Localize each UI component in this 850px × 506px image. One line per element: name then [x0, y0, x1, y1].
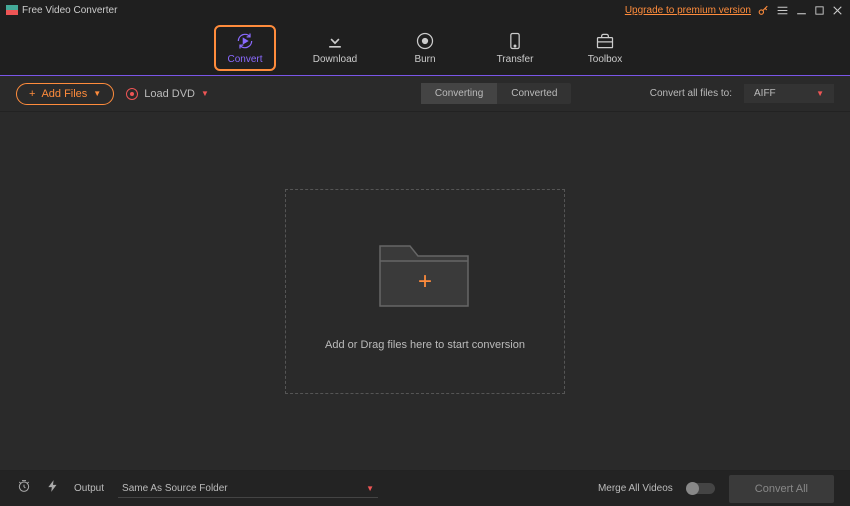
seg-converted[interactable]: Converted — [497, 83, 571, 104]
convert-icon — [235, 31, 255, 51]
chevron-down-icon: ▼ — [93, 89, 101, 98]
output-label: Output — [74, 483, 104, 494]
titlebar-right: Upgrade to premium version — [625, 4, 844, 17]
close-button[interactable] — [831, 4, 844, 17]
tab-transfer-label: Transfer — [497, 54, 534, 65]
minimize-button[interactable] — [795, 4, 808, 17]
merge-toggle[interactable] — [687, 483, 715, 494]
header-nav: Convert Download Burn Transfer Toolbox — [0, 20, 850, 75]
status-segmented: Converting Converted — [421, 83, 572, 104]
add-files-label: Add Files — [41, 88, 87, 100]
tab-download[interactable]: Download — [304, 25, 366, 71]
output-path-value: Same As Source Folder — [122, 483, 228, 494]
output-path-select[interactable]: Same As Source Folder ▼ — [118, 480, 378, 498]
maximize-button[interactable] — [814, 5, 825, 16]
format-select[interactable]: AIFF ▼ — [744, 84, 834, 103]
tab-download-label: Download — [313, 54, 357, 65]
tab-convert[interactable]: Convert — [214, 25, 276, 71]
app-title: Free Video Converter — [22, 5, 117, 16]
tab-toolbox-label: Toolbox — [588, 54, 622, 65]
svg-text:+: + — [418, 268, 432, 295]
burn-icon — [415, 31, 435, 51]
dropzone-hint: Add or Drag files here to start conversi… — [325, 339, 525, 351]
toolbar: + Add Files ▼ Load DVD ▼ Converting Conv… — [0, 76, 850, 112]
upgrade-premium-link[interactable]: Upgrade to premium version — [625, 5, 751, 16]
plus-icon: + — [29, 88, 35, 100]
convert-all-button[interactable]: Convert All — [729, 475, 834, 503]
load-dvd-label: Load DVD — [144, 88, 195, 100]
chevron-down-icon: ▼ — [816, 89, 824, 98]
app-logo-icon — [6, 5, 18, 15]
titlebar: Free Video Converter Upgrade to premium … — [0, 0, 850, 20]
menu-icon[interactable] — [776, 4, 789, 17]
titlebar-left: Free Video Converter — [6, 5, 117, 16]
dropzone[interactable]: + Add or Drag files here to start conver… — [285, 189, 565, 394]
tab-toolbox[interactable]: Toolbox — [574, 25, 636, 71]
tab-burn[interactable]: Burn — [394, 25, 456, 71]
footer: Output Same As Source Folder ▼ Merge All… — [0, 470, 850, 506]
key-icon[interactable] — [757, 4, 770, 17]
download-icon — [325, 31, 345, 51]
tab-burn-label: Burn — [414, 54, 435, 65]
load-dvd-button[interactable]: Load DVD ▼ — [126, 88, 209, 100]
format-value: AIFF — [754, 88, 776, 99]
seg-converting[interactable]: Converting — [421, 83, 497, 104]
add-files-button[interactable]: + Add Files ▼ — [16, 83, 114, 105]
tab-convert-label: Convert — [227, 54, 262, 65]
tab-transfer[interactable]: Transfer — [484, 25, 546, 71]
flash-icon[interactable] — [46, 479, 60, 498]
workarea: + Add or Drag files here to start conver… — [0, 112, 850, 470]
toolbox-icon — [595, 31, 615, 51]
clock-icon[interactable] — [16, 478, 32, 499]
transfer-icon — [505, 31, 525, 51]
dvd-icon — [126, 88, 138, 100]
chevron-down-icon: ▼ — [366, 484, 374, 493]
chevron-down-icon: ▼ — [201, 89, 209, 98]
merge-label: Merge All Videos — [598, 483, 673, 494]
folder-icon: + — [370, 231, 480, 321]
convert-all-label: Convert all files to: — [650, 88, 732, 99]
